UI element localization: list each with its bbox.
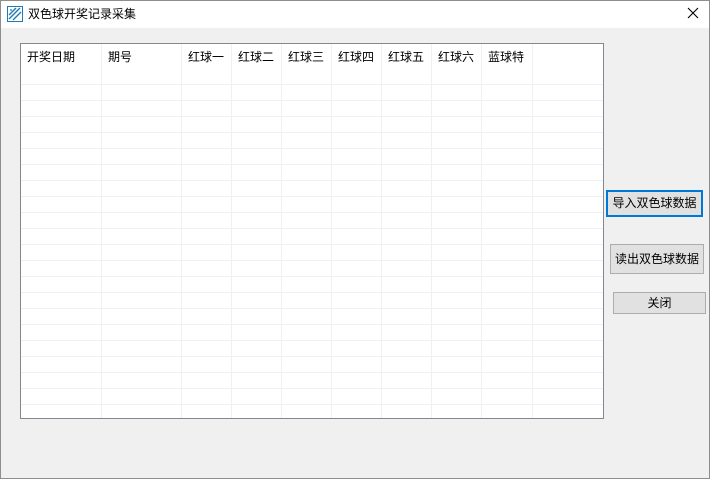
column-header-red-ball-6[interactable]: 红球六 <box>432 44 482 70</box>
grid-row-line <box>21 100 603 101</box>
grid-row-line <box>21 404 603 405</box>
column-header-red-ball-1[interactable]: 红球一 <box>182 44 232 70</box>
grid-row-line <box>21 324 603 325</box>
main-window: 双色球开奖记录采集 开奖日期 期号 红球一 红球二 红球三 红球四 红球五 红球… <box>0 0 710 479</box>
grid-row-line <box>21 292 603 293</box>
close-button[interactable]: 关闭 <box>613 292 706 314</box>
column-header-red-ball-3[interactable]: 红球三 <box>282 44 332 70</box>
grid-row-line <box>21 116 603 117</box>
grid-row-line <box>21 372 603 373</box>
close-window-button[interactable] <box>677 1 709 28</box>
grid-row-line <box>21 260 603 261</box>
grid-row-line <box>21 244 603 245</box>
grid-row-line <box>21 164 603 165</box>
column-header-red-ball-2[interactable]: 红球二 <box>232 44 282 70</box>
close-icon <box>687 7 699 22</box>
grid-row-line <box>21 388 603 389</box>
grid-row-line <box>21 356 603 357</box>
grid-row-line <box>21 340 603 341</box>
export-data-button[interactable]: 读出双色球数据 <box>610 244 704 274</box>
grid-row-line <box>21 180 603 181</box>
grid-row-line <box>21 148 603 149</box>
column-header-draw-date[interactable]: 开奖日期 <box>21 44 102 70</box>
column-header-issue-number[interactable]: 期号 <box>102 44 182 70</box>
column-header-red-ball-5[interactable]: 红球五 <box>382 44 432 70</box>
grid-row-line <box>21 196 603 197</box>
app-logo-icon <box>7 6 23 22</box>
column-header-red-ball-4[interactable]: 红球四 <box>332 44 382 70</box>
grid-row-line <box>21 212 603 213</box>
import-data-button[interactable]: 导入双色球数据 <box>606 190 703 217</box>
column-header-blue-ball[interactable]: 蓝球特 <box>482 44 533 70</box>
grid-row-line <box>21 308 603 309</box>
grid-row-line <box>21 276 603 277</box>
grid-row-line <box>21 228 603 229</box>
window-title: 双色球开奖记录采集 <box>28 7 137 21</box>
grid-row-line <box>21 132 603 133</box>
title-bar[interactable]: 双色球开奖记录采集 <box>1 1 709 28</box>
lottery-records-grid[interactable]: 开奖日期 期号 红球一 红球二 红球三 红球四 红球五 红球六 蓝球特 <box>20 43 604 419</box>
grid-row-line <box>21 84 603 85</box>
